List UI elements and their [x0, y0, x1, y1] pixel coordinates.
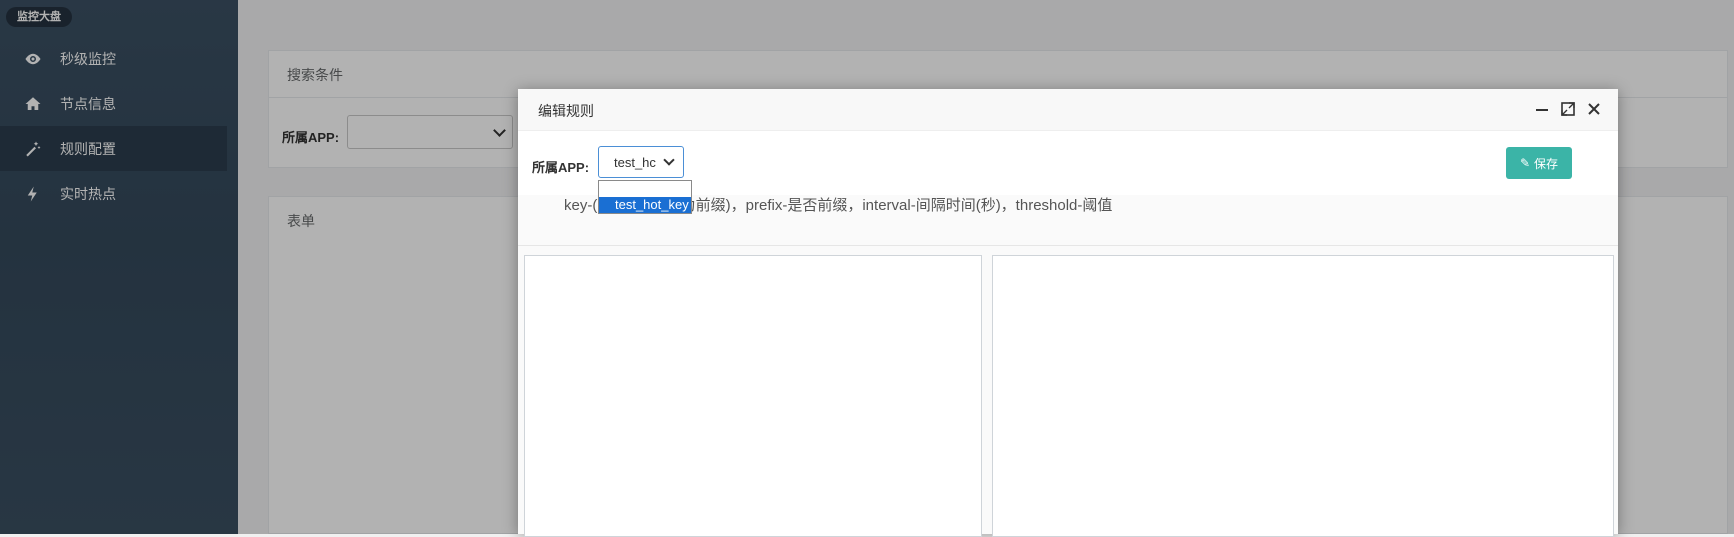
maximize-button[interactable] [1558, 99, 1578, 119]
dialog-title: 编辑规则 [538, 103, 594, 119]
edit-icon: ✎ [1519, 156, 1531, 170]
dialog-body [518, 195, 1618, 537]
maximize-icon [1561, 102, 1575, 116]
rule-editor-right[interactable] [992, 255, 1614, 537]
close-button[interactable] [1584, 99, 1604, 119]
app-dropdown-list: test_hot_key [598, 180, 692, 214]
save-button[interactable]: ✎ 保存 [1506, 147, 1572, 179]
close-icon [1588, 103, 1600, 115]
minimize-icon [1536, 109, 1548, 111]
dropdown-option-blank[interactable] [599, 181, 691, 197]
rule-editor-left[interactable] [524, 255, 982, 537]
dialog-app-selected: test_hc [614, 155, 656, 170]
dropdown-option-test-hot-key[interactable]: test_hot_key [599, 197, 691, 213]
dialog-app-select[interactable]: test_hc [598, 146, 684, 178]
minimize-button[interactable] [1532, 99, 1552, 119]
edit-rule-dialog: 编辑规则 所属APP: test_hc test_hot_key ✎ 保存 ke… [518, 89, 1618, 537]
chevron-down-icon [663, 154, 675, 166]
save-button-label: 保存 [1534, 156, 1559, 171]
divider [518, 245, 1618, 246]
dialog-app-label: 所属APP: [532, 160, 590, 175]
dialog-header: 编辑规则 [518, 89, 1618, 131]
